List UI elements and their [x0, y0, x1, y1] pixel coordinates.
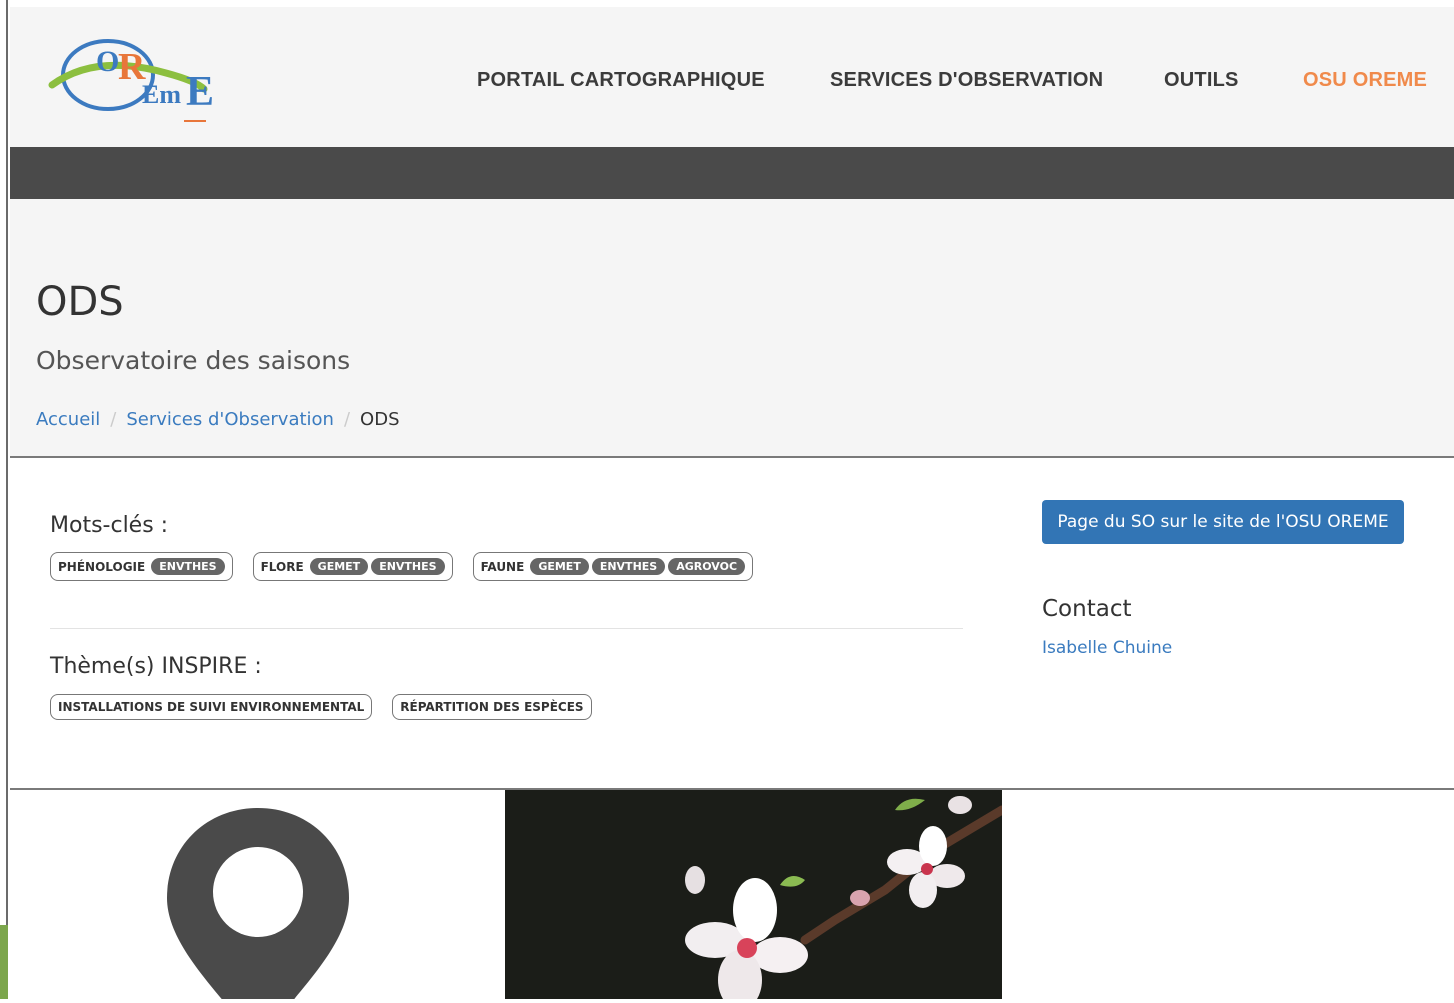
nav-osu-oreme[interactable]: OSU OREME: [1303, 69, 1427, 92]
breadcrumb-separator: /: [110, 409, 117, 430]
thesaurus-badge: GEMET: [309, 558, 369, 575]
page-header: ODS Observatoire des saisons Accueil / Ser…: [10, 199, 1454, 458]
site-header: O R Em E PORTAIL CARTOGRAPHIQUE SERVICES…: [10, 7, 1454, 147]
thesaurus-badge: GEMET: [530, 558, 589, 575]
blossom-graphic: [505, 790, 1002, 999]
page: O R Em E PORTAIL CARTOGRAPHIQUE SERVICES…: [10, 0, 1454, 1003]
map-pin-graphic: [167, 808, 349, 1003]
pin-hole: [213, 847, 303, 937]
logo-letters-em: Em: [142, 80, 181, 109]
keyword-text: FAUNE: [480, 559, 525, 574]
keyword-text: PHÉNOLOGIE: [58, 559, 146, 574]
thesaurus-badge: ENVTHES: [371, 558, 445, 575]
almond-blossom-photo: [505, 790, 1002, 999]
logo-letter-e: E: [186, 69, 214, 115]
breadcrumb-link-services[interactable]: Services d'Observation: [126, 409, 334, 430]
bud: [948, 796, 972, 814]
logo-letter-o: O: [96, 45, 119, 78]
map-pin-icon[interactable]: [155, 808, 355, 1003]
inspire-tag-list: INSTALLATIONS DE SUIVI ENVIRONNEMENTAL R…: [50, 694, 592, 720]
breadcrumb-link-accueil[interactable]: Accueil: [36, 409, 100, 430]
nav-services-observation[interactable]: SERVICES D'OBSERVATION: [830, 69, 1103, 92]
breadcrumb-separator: /: [343, 409, 351, 430]
thesaurus-badge: ENVTHES: [151, 558, 225, 575]
inspire-label: Thème(s) INSPIRE :: [50, 654, 262, 679]
logo-graphic: O R Em E: [48, 39, 214, 122]
thesaurus-badge: AGROVOC: [668, 558, 746, 575]
inspire-tag[interactable]: INSTALLATIONS DE SUIVI ENVIRONNEMENTAL: [50, 694, 373, 720]
keyword-tag[interactable]: FAUNE GEMET ENVTHES AGROVOC: [472, 552, 754, 581]
breadcrumb-current: ODS: [360, 409, 400, 430]
keyword-tag[interactable]: FLORE GEMET ENVTHES: [252, 552, 453, 581]
keywords-tag-list: PHÉNOLOGIE ENVTHES FLORE GEMET ENVTHES F…: [50, 552, 754, 581]
contact-title: Contact: [1042, 596, 1132, 622]
bud: [850, 890, 870, 906]
section-divider: [50, 628, 963, 629]
so-page-button[interactable]: Page du SO sur le site de l'OSU OREME: [1042, 500, 1404, 544]
dark-divider-bar: [10, 147, 1454, 199]
page-subtitle: Observatoire des saisons: [36, 346, 351, 375]
background-window-fragment: [0, 925, 8, 999]
bud: [685, 866, 705, 894]
contact-link[interactable]: Isabelle Chuine: [1042, 638, 1172, 658]
keyword-tag[interactable]: PHÉNOLOGIE ENVTHES: [50, 552, 233, 581]
breadcrumb: Accueil / Services d'Observation / ODS: [36, 409, 400, 430]
nav-portail-cartographique[interactable]: PORTAIL CARTOGRAPHIQUE: [477, 69, 765, 92]
inspire-tag[interactable]: RÉPARTITION DES ESPÈCES: [392, 694, 592, 720]
thesaurus-badge: ENVTHES: [591, 558, 666, 575]
oreme-logo[interactable]: O R Em E: [46, 23, 246, 133]
keywords-label: Mots-clés :: [50, 513, 169, 538]
nav-outils[interactable]: OUTILS: [1164, 69, 1239, 92]
keyword-text: FLORE: [260, 559, 304, 574]
window-left-edge: [0, 0, 8, 999]
page-title: ODS: [36, 279, 124, 325]
content-panel: Mots-clés : PHÉNOLOGIE ENVTHES FLORE GEM…: [10, 458, 1454, 790]
